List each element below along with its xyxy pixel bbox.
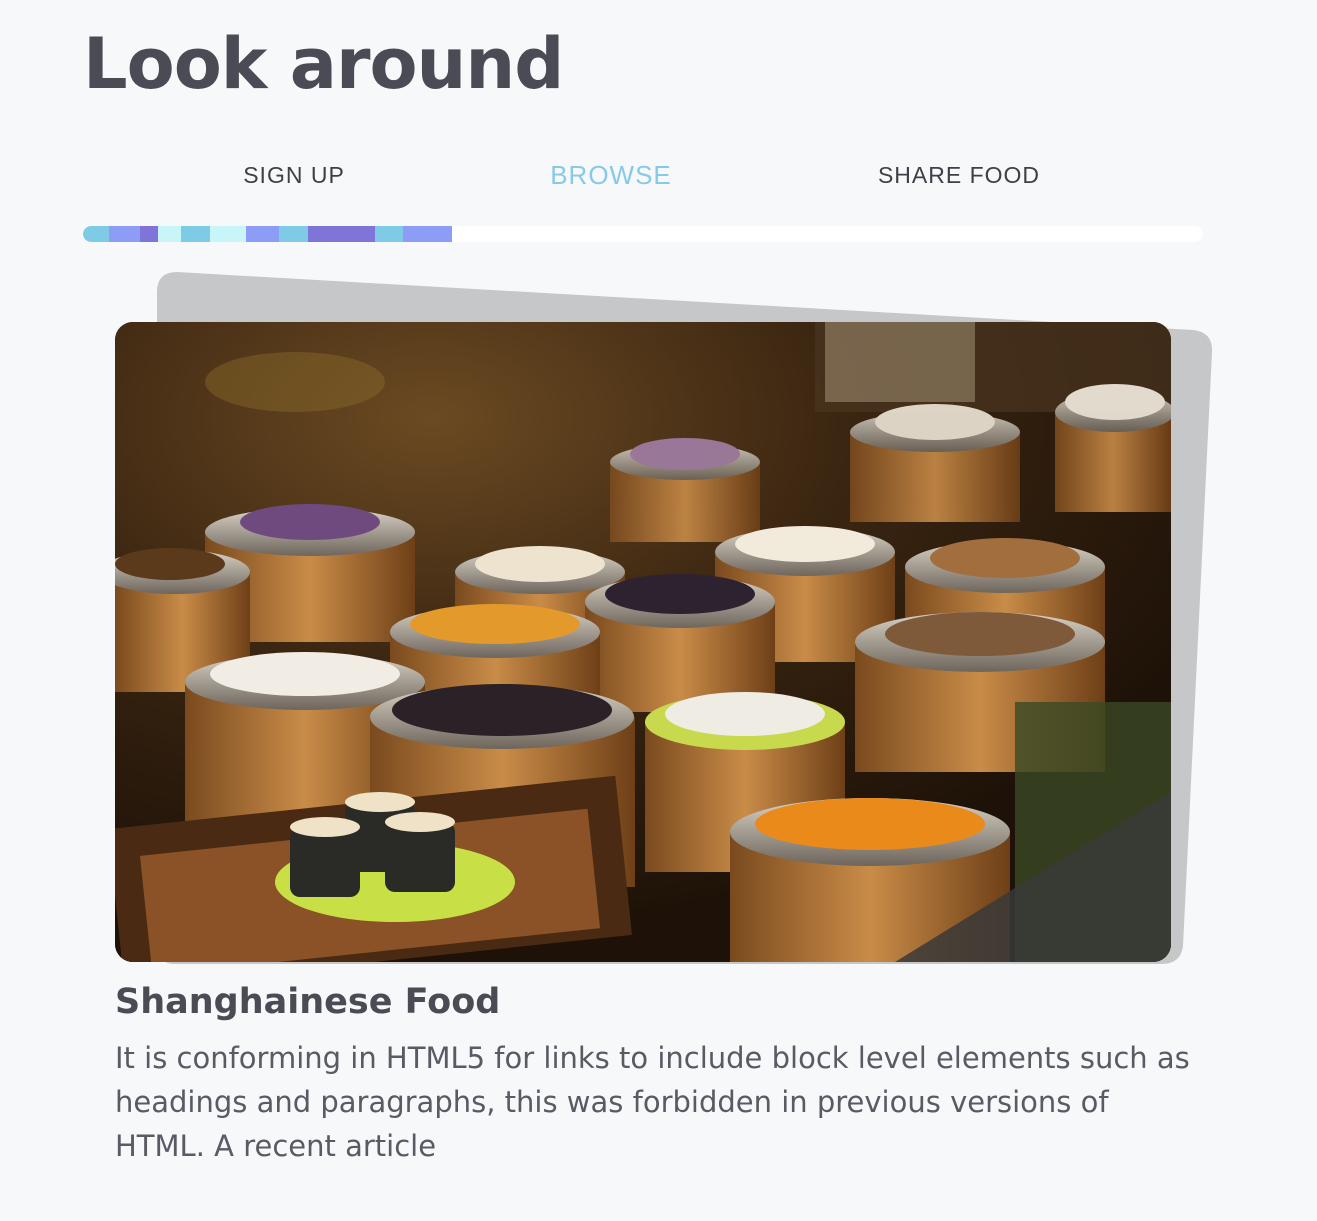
- card-description: It is conforming in HTML5 for links to i…: [115, 1041, 1190, 1163]
- progress-segment: [403, 226, 453, 242]
- food-card[interactable]: [115, 270, 1215, 1170]
- card-title: Shanghainese Food: [115, 982, 501, 1022]
- progress-fill: [83, 226, 453, 242]
- progress-segment: [139, 226, 158, 242]
- progress-segment: [83, 226, 109, 242]
- progress-segment: [108, 226, 140, 242]
- tab-share-food[interactable]: SHARE FOOD: [878, 158, 1040, 192]
- tab-browse[interactable]: BROWSE: [550, 158, 672, 192]
- page-title: Look around: [83, 23, 564, 105]
- tab-bar: SIGN UP BROWSE SHARE FOOD: [83, 158, 1203, 194]
- progress-segment: [209, 226, 246, 242]
- food-photo: [115, 322, 1171, 962]
- progress-segment: [279, 226, 308, 242]
- progress-segment: [307, 226, 375, 242]
- progress-segment: [374, 226, 404, 242]
- progress-bar: [83, 226, 1203, 242]
- progress-segment: [157, 226, 182, 242]
- tab-sign-up[interactable]: SIGN UP: [243, 158, 345, 192]
- progress-segment: [181, 226, 210, 242]
- progress-segment: [245, 226, 280, 242]
